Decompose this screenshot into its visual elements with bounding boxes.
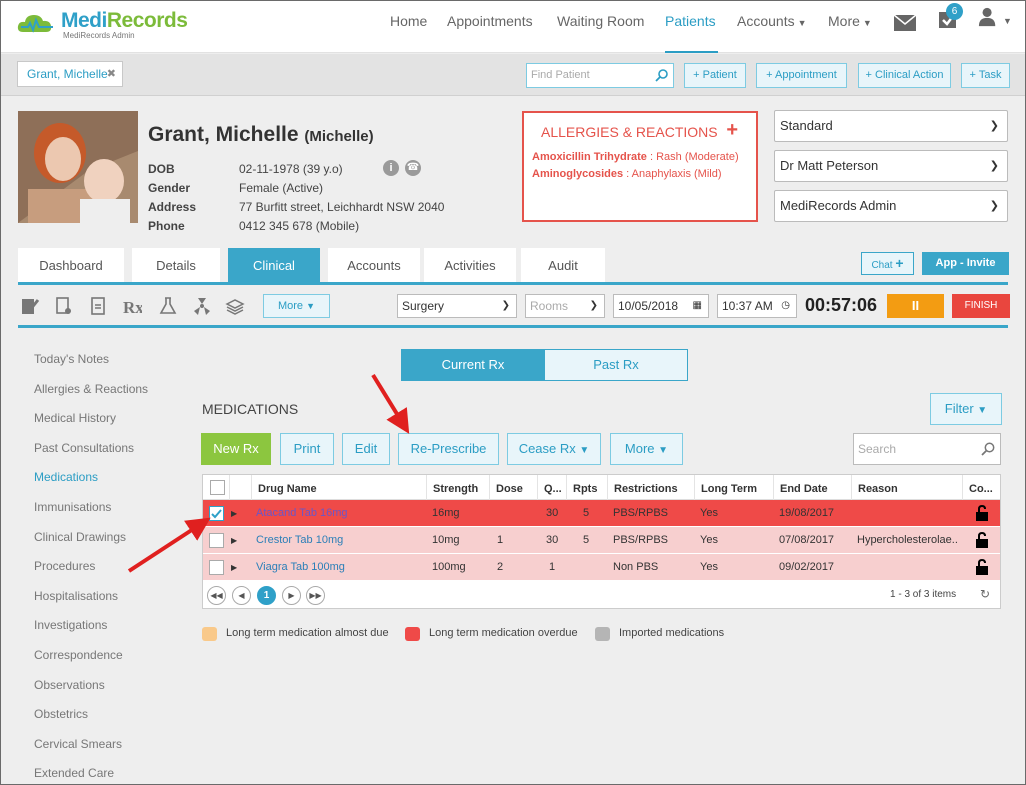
annotation-arrows (127, 373, 410, 573)
app-window: MediRecords MediRecords Admin Home Appoi… (0, 0, 1026, 785)
arrow-to-represcribe (371, 373, 410, 434)
arrow-to-row-checkbox (127, 517, 211, 573)
